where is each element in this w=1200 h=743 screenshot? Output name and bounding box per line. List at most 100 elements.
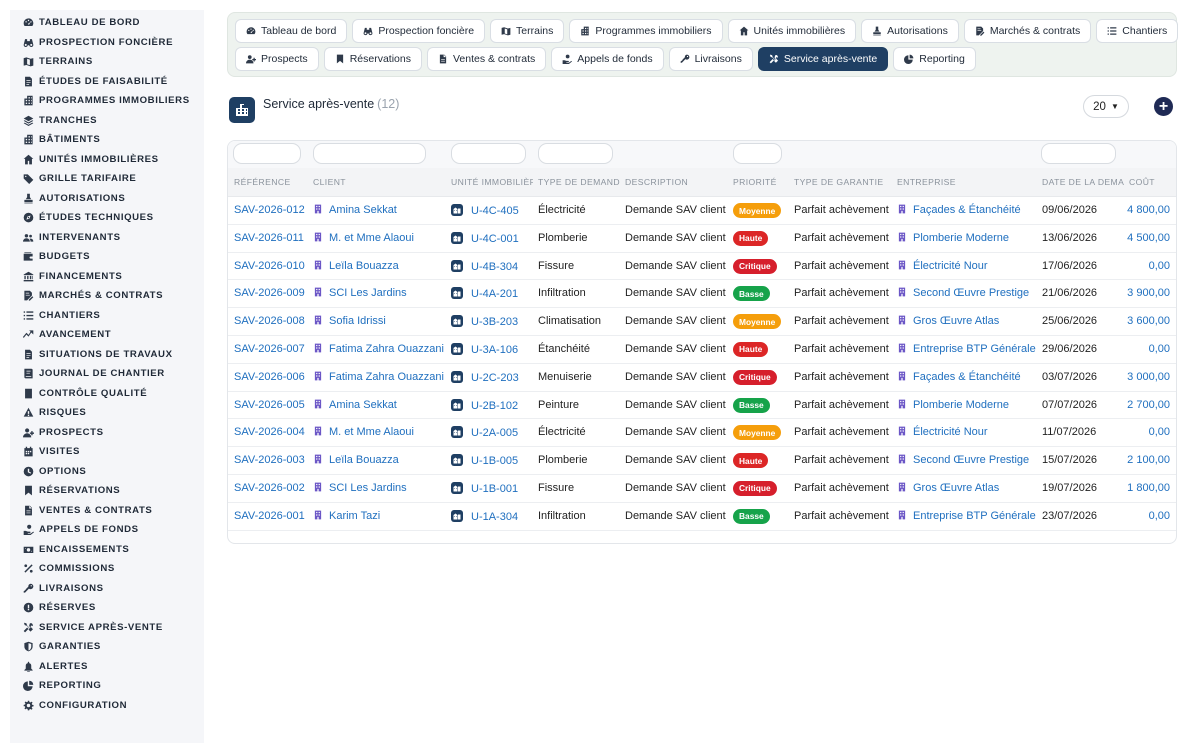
client-link[interactable]: Sofia Idrissi [329,315,386,327]
sidebar-item-programmes-immobiliers[interactable]: PROGRAMMES IMMOBILIERS [10,91,204,111]
tab-chantiers[interactable]: Chantiers [1096,19,1179,43]
tab-prospection-fonciere[interactable]: Prospection foncière [352,19,486,43]
table-row[interactable]: SAV-2026-003 Leïla Bouazza U-1B-005 Plomber… [228,447,1176,475]
reference-link[interactable]: SAV-2026-001 [234,510,305,522]
company-link[interactable]: Façades & Étanchéité [913,371,1021,383]
table-row[interactable]: SAV-2026-012 Amina Sekkat U-4C-405 Électric… [228,197,1176,225]
tab-terrains[interactable]: Terrains [490,19,565,43]
filter-reference-input[interactable] [233,143,301,164]
table-row[interactable]: SAV-2026-001 Karim Tazi U-1A-304 Infiltrati… [228,503,1176,531]
sidebar-item-risques[interactable]: RISQUES [10,403,204,423]
sidebar-item-livraisons[interactable]: LIVRAISONS [10,579,204,599]
tab-marches-contrats[interactable]: Marchés & contrats [963,19,1092,43]
reference-link[interactable]: SAV-2026-009 [234,287,305,299]
column-header-type[interactable]: TYPE DE DEMANDE [538,177,620,187]
client-link[interactable]: M. et Mme Alaoui [329,426,414,438]
sidebar-item-intervenants[interactable]: INTERVENANTS [10,228,204,248]
company-link[interactable]: Plomberie Moderne [913,399,1009,411]
company-link[interactable]: Plomberie Moderne [913,232,1009,244]
column-header-description[interactable]: DESCRIPTION [625,177,688,187]
column-header-unit[interactable]: UNITÉ IMMOBILIÈRE [451,177,533,187]
unit-link[interactable]: U-2C-203 [471,372,519,384]
table-row[interactable]: SAV-2026-010 Leïla Bouazza U-4B-304 Fissure… [228,253,1176,281]
tab-reporting[interactable]: Reporting [893,47,976,71]
client-link[interactable]: Leïla Bouazza [329,260,399,272]
sidebar-item-reporting[interactable]: REPORTING [10,676,204,696]
sidebar-item-garanties[interactable]: GARANTIES [10,637,204,657]
sidebar-item-alertes[interactable]: ALERTES [10,657,204,677]
company-link[interactable]: Électricité Nour [913,260,988,272]
column-header-cost[interactable]: COÛT [1129,177,1155,187]
reference-link[interactable]: SAV-2026-010 [234,260,305,272]
sidebar-item-tranches[interactable]: TRANCHES [10,111,204,131]
client-link[interactable]: Fatima Zahra Ouazzani [329,371,444,383]
sidebar-item-prospects[interactable]: PROSPECTS [10,423,204,443]
tab-programmes-immobiliers[interactable]: Programmes immobiliers [569,19,723,43]
filter-priority-input[interactable] [733,143,782,164]
sidebar-item-options[interactable]: OPTIONS [10,462,204,482]
add-button[interactable]: + [1154,97,1173,116]
tab-appels-de-fonds[interactable]: Appels de fonds [551,47,664,71]
sidebar-item-commissions[interactable]: COMMISSIONS [10,559,204,579]
sidebar-item-financements[interactable]: FINANCEMENTS [10,267,204,287]
filter-date-input[interactable] [1041,143,1116,164]
unit-link[interactable]: U-1A-304 [471,511,518,523]
page-size-select[interactable]: 20 ▼ [1083,95,1129,118]
unit-link[interactable]: U-4C-001 [471,233,519,245]
sidebar-item-unites-immobilieres[interactable]: UNITÉS IMMOBILIÈRES [10,150,204,170]
company-link[interactable]: Électricité Nour [913,426,988,438]
sidebar-item-configuration[interactable]: CONFIGURATION [10,696,204,716]
reference-link[interactable]: SAV-2026-002 [234,482,305,494]
tab-prospects[interactable]: Prospects [235,47,319,71]
unit-link[interactable]: U-4A-201 [471,288,518,300]
tab-ventes-contrats[interactable]: Ventes & contrats [426,47,547,71]
sidebar-item-etudes-techniques[interactable]: ÉTUDES TECHNIQUES [10,208,204,228]
reference-link[interactable]: SAV-2026-003 [234,454,305,466]
column-header-guarantee[interactable]: TYPE DE GARANTIE [794,177,884,187]
tab-reservations[interactable]: Réservations [323,47,422,71]
reference-link[interactable]: SAV-2026-005 [234,399,305,411]
client-link[interactable]: Karim Tazi [329,510,380,522]
table-row[interactable]: SAV-2026-007 Fatima Zahra Ouazzani U-3A-10… [228,336,1176,364]
company-link[interactable]: Second Œuvre Prestige [913,287,1029,299]
sidebar-item-encaissements[interactable]: ENCAISSEMENTS [10,540,204,560]
client-link[interactable]: Amina Sekkat [329,399,397,411]
client-link[interactable]: Leïla Bouazza [329,454,399,466]
client-link[interactable]: M. et Mme Alaoui [329,232,414,244]
sidebar-item-ventes-contrats[interactable]: VENTES & CONTRATS [10,501,204,521]
client-link[interactable]: SCI Les Jardins [329,287,407,299]
table-row[interactable]: SAV-2026-004 M. et Mme Alaoui U-2A-005 Élec… [228,419,1176,448]
table-row[interactable]: SAV-2026-009 SCI Les Jardins U-4A-201 Infil… [228,280,1176,309]
company-link[interactable]: Gros Œuvre Atlas [913,482,999,494]
sidebar-item-controle-qualite[interactable]: CONTRÔLE QUALITÉ [10,384,204,404]
reference-link[interactable]: SAV-2026-008 [234,315,305,327]
sidebar-item-visites[interactable]: VISITES [10,442,204,462]
filter-unit-input[interactable] [451,143,526,164]
filter-client-input[interactable] [313,143,426,164]
reference-link[interactable]: SAV-2026-011 [234,232,304,244]
column-header-priority[interactable]: PRIORITÉ [733,177,777,187]
unit-link[interactable]: U-2A-005 [471,427,518,439]
sidebar-item-prospection-fonciere[interactable]: PROSPECTION FONCIÈRE [10,33,204,53]
company-link[interactable]: Entreprise BTP Générale [913,343,1036,355]
sidebar-item-batiments[interactable]: BÂTIMENTS [10,130,204,150]
company-link[interactable]: Façades & Étanchéité [913,204,1021,216]
unit-link[interactable]: U-4B-304 [471,261,518,273]
sidebar-item-service-apres-vente[interactable]: SERVICE APRÈS-VENTE [10,618,204,638]
company-link[interactable]: Gros Œuvre Atlas [913,315,999,327]
table-row[interactable]: SAV-2026-002 SCI Les Jardins U-1B-001 Fissu… [228,475,1176,503]
sidebar-item-journal-de-chantier[interactable]: JOURNAL DE CHANTIER [10,364,204,384]
sidebar-item-marches-contrats[interactable]: MARCHÉS & CONTRATS [10,286,204,306]
reference-link[interactable]: SAV-2026-006 [234,371,305,383]
sidebar-item-reserves[interactable]: RÉSERVES [10,598,204,618]
client-link[interactable]: Amina Sekkat [329,204,397,216]
tab-service-apres-vente[interactable]: Service après-vente [757,47,889,71]
unit-link[interactable]: U-3B-203 [471,316,518,328]
sidebar-item-terrains[interactable]: TERRAINS [10,52,204,72]
column-header-reference[interactable]: RÉFÉRENCE [234,177,291,187]
tab-autorisations[interactable]: Autorisations [861,19,959,43]
sidebar-item-tableau-de-bord[interactable]: TABLEAU DE BORD [10,13,204,33]
sidebar-item-autorisations[interactable]: AUTORISATIONS [10,189,204,209]
tab-tableau-de-bord[interactable]: Tableau de bord [235,19,348,43]
sidebar-item-etudes-de-faisabilite[interactable]: ÉTUDES DE FAISABILITÉ [10,72,204,92]
